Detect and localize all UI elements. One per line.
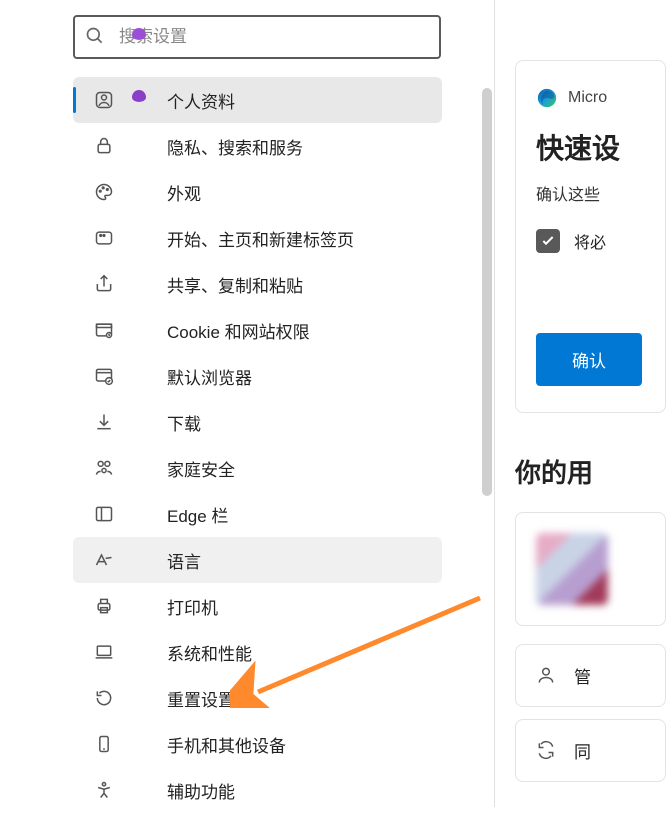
sidebar-item-privacy[interactable]: 隐私、搜索和服务 (73, 123, 442, 169)
laptop-icon (93, 641, 115, 663)
search-icon (85, 26, 107, 48)
settings-nav: 个人资料 隐私、搜索和服务 外观 开始、主页和新建标签页 (0, 77, 494, 813)
sidebar-item-label: Cookie 和网站权限 (167, 318, 310, 343)
sidebar-item-cookies[interactable]: Cookie 和网站权限 (73, 307, 442, 353)
checkbox-icon[interactable] (536, 229, 560, 253)
sync-label: 同 (574, 738, 591, 763)
manage-account-row[interactable]: 管 (515, 644, 666, 707)
sidebar-item-label: 手机和其他设备 (167, 732, 286, 757)
profile-icon (93, 89, 115, 111)
browser-check-icon (93, 365, 115, 387)
search-input[interactable] (119, 27, 429, 47)
sidebar-item-start[interactable]: 开始、主页和新建标签页 (73, 215, 442, 261)
accessibility-icon (93, 779, 115, 801)
share-icon (93, 273, 115, 295)
sidebar-item-label: 辅助功能 (167, 778, 235, 803)
sidebar-item-label: 语言 (167, 548, 201, 573)
sidebar-item-label: 隐私、搜索和服务 (167, 134, 303, 159)
profile-card[interactable] (515, 512, 666, 626)
sidebar-item-reset[interactable]: 重置设置 (73, 675, 442, 721)
quick-setup-card: Micro 快速设 确认这些 将必 确认 (515, 60, 666, 413)
sidebar-item-label: 家庭安全 (167, 456, 235, 481)
checkbox-row[interactable]: 将必 (536, 229, 645, 253)
sidebar-item-label: 系统和性能 (167, 640, 252, 665)
brand-row: Micro (536, 87, 645, 109)
sync-row[interactable]: 同 (515, 719, 666, 782)
sidebar-item-label: 下载 (167, 410, 201, 435)
lock-icon (93, 135, 115, 157)
edge-logo-icon (536, 87, 558, 109)
cursor-decoration (132, 28, 146, 40)
manage-label: 管 (574, 663, 591, 688)
sidebar-item-label: Edge 栏 (167, 502, 228, 527)
sync-icon (536, 740, 558, 762)
sidebar-item-label: 默认浏览器 (167, 364, 252, 389)
sidebar-item-label: 开始、主页和新建标签页 (167, 226, 354, 251)
sidebar-item-profile[interactable]: 个人资料 (73, 77, 442, 123)
sidebar-item-label: 外观 (167, 180, 201, 205)
tab-icon (93, 227, 115, 249)
phone-icon (93, 733, 115, 755)
settings-sidebar: 个人资料 隐私、搜索和服务 外观 开始、主页和新建标签页 (0, 0, 495, 807)
sidebar-item-share[interactable]: 共享、复制和粘贴 (73, 261, 442, 307)
section-title-profile: 你的用 (515, 453, 666, 490)
sidebar-item-label: 个人资料 (167, 88, 235, 113)
sidebar-item-downloads[interactable]: 下载 (73, 399, 442, 445)
person-icon (536, 665, 558, 687)
card-title: 快速设 (536, 127, 645, 167)
sidebar-item-printers[interactable]: 打印机 (73, 583, 442, 629)
sidebar-item-family[interactable]: 家庭安全 (73, 445, 442, 491)
sidebar-item-edgebar[interactable]: Edge 栏 (73, 491, 442, 537)
sidebar-item-label: 共享、复制和粘贴 (167, 272, 303, 297)
download-icon (93, 411, 115, 433)
sidebar-item-label: 打印机 (167, 594, 218, 619)
sidebar-item-default-browser[interactable]: 默认浏览器 (73, 353, 442, 399)
confirm-button[interactable]: 确认 (536, 333, 642, 386)
avatar (536, 533, 608, 605)
cursor-decoration (132, 90, 146, 102)
sidebar-panel-icon (93, 503, 115, 525)
sidebar-scrollbar[interactable] (482, 88, 492, 496)
main-content: Micro 快速设 确认这些 将必 确认 你的用 管 (495, 0, 666, 807)
checkbox-label: 将必 (574, 229, 606, 253)
palette-icon (93, 181, 115, 203)
cookie-icon (93, 319, 115, 341)
sidebar-item-system[interactable]: 系统和性能 (73, 629, 442, 675)
sidebar-item-languages[interactable]: 语言 (73, 537, 442, 583)
sidebar-item-appearance[interactable]: 外观 (73, 169, 442, 215)
brand-text: Micro (568, 89, 607, 107)
sidebar-item-phone[interactable]: 手机和其他设备 (73, 721, 442, 767)
family-icon (93, 457, 115, 479)
sidebar-item-accessibility[interactable]: 辅助功能 (73, 767, 442, 813)
sidebar-item-label: 重置设置 (167, 686, 235, 711)
reset-icon (93, 687, 115, 709)
search-box[interactable] (73, 15, 441, 59)
language-icon (93, 549, 115, 571)
card-description: 确认这些 (536, 181, 645, 205)
printer-icon (93, 595, 115, 617)
